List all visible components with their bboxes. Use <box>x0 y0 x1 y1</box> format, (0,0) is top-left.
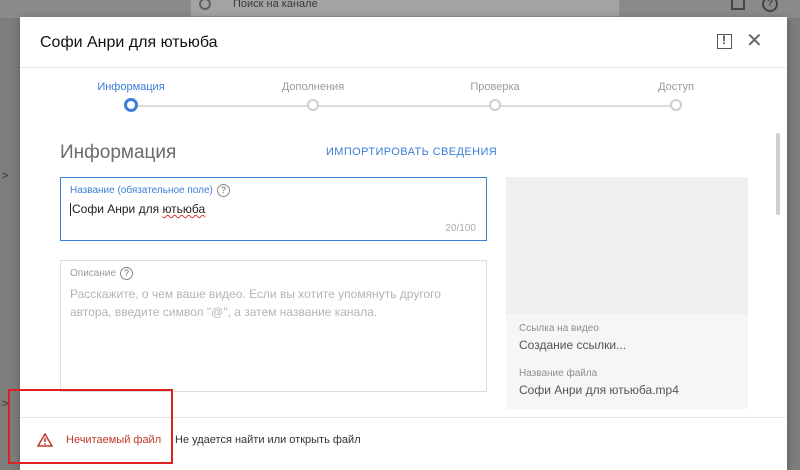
scrollbar[interactable] <box>776 133 780 215</box>
background-search-bar: Поиск на канале <box>190 0 620 17</box>
step-access[interactable]: Доступ <box>616 81 736 93</box>
description-field[interactable]: Описание? Расскажите, о чем ваше видео. … <box>60 260 487 392</box>
step-dot-access[interactable] <box>670 99 682 111</box>
step-label: Информация <box>97 81 165 93</box>
step-information[interactable]: Информация <box>71 81 191 93</box>
description-field-label: Описание? <box>70 267 134 280</box>
close-icon[interactable]: ✕ <box>746 29 763 53</box>
section-title: Информация <box>60 142 177 163</box>
step-dot-information[interactable] <box>124 98 138 112</box>
search-icon <box>199 0 211 10</box>
title-field-label: Название (обязательное поле)? <box>70 184 230 197</box>
upload-stepper: Информация Дополнения Проверка Доступ <box>20 69 787 129</box>
title-field-value[interactable]: Софи Анри для ютьюба <box>70 202 205 217</box>
error-message: Не удается найти или открыть файл <box>175 434 361 446</box>
video-info-panel: Ссылка на видео Создание ссылки... Назва… <box>506 314 748 409</box>
import-details-link[interactable]: ИМПОРТИРОВАТЬ СВЕДЕНИЯ <box>326 146 497 158</box>
file-name-label: Название файла <box>519 368 598 379</box>
background-search-placeholder: Поиск на канале <box>233 0 318 10</box>
step-dot-additions[interactable] <box>307 99 319 111</box>
description-placeholder[interactable]: Расскажите, о чем ваше видео. Если вы хо… <box>70 285 480 321</box>
step-review[interactable]: Проверка <box>435 81 555 93</box>
video-link-label: Ссылка на видео <box>519 323 599 334</box>
title-field[interactable]: Название (обязательное поле)? Софи Анри … <box>60 177 487 241</box>
help-icon[interactable]: ? <box>120 267 134 280</box>
error-highlight-box <box>8 389 173 464</box>
dialog-title: Софи Анри для ютьюба <box>40 34 218 51</box>
help-icon[interactable]: ? <box>216 184 230 197</box>
title-char-counter: 20/100 <box>445 223 476 234</box>
step-dot-review[interactable] <box>489 99 501 111</box>
step-label: Доступ <box>658 81 694 93</box>
step-additions[interactable]: Дополнения <box>253 81 373 93</box>
video-link-value: Создание ссылки... <box>519 338 627 352</box>
report-icon[interactable] <box>717 33 732 49</box>
dialog-header: Софи Анри для ютьюба ✕ <box>20 17 787 68</box>
step-label: Проверка <box>470 81 520 93</box>
stepper-line <box>136 105 676 107</box>
video-thumbnail <box>506 177 748 314</box>
feedback-icon <box>731 0 745 10</box>
file-name-value: Софи Анри для ютьюба.mp4 <box>519 383 679 397</box>
text-caret <box>70 203 71 217</box>
step-label: Дополнения <box>281 81 345 93</box>
background-side-marker: > <box>2 170 9 182</box>
